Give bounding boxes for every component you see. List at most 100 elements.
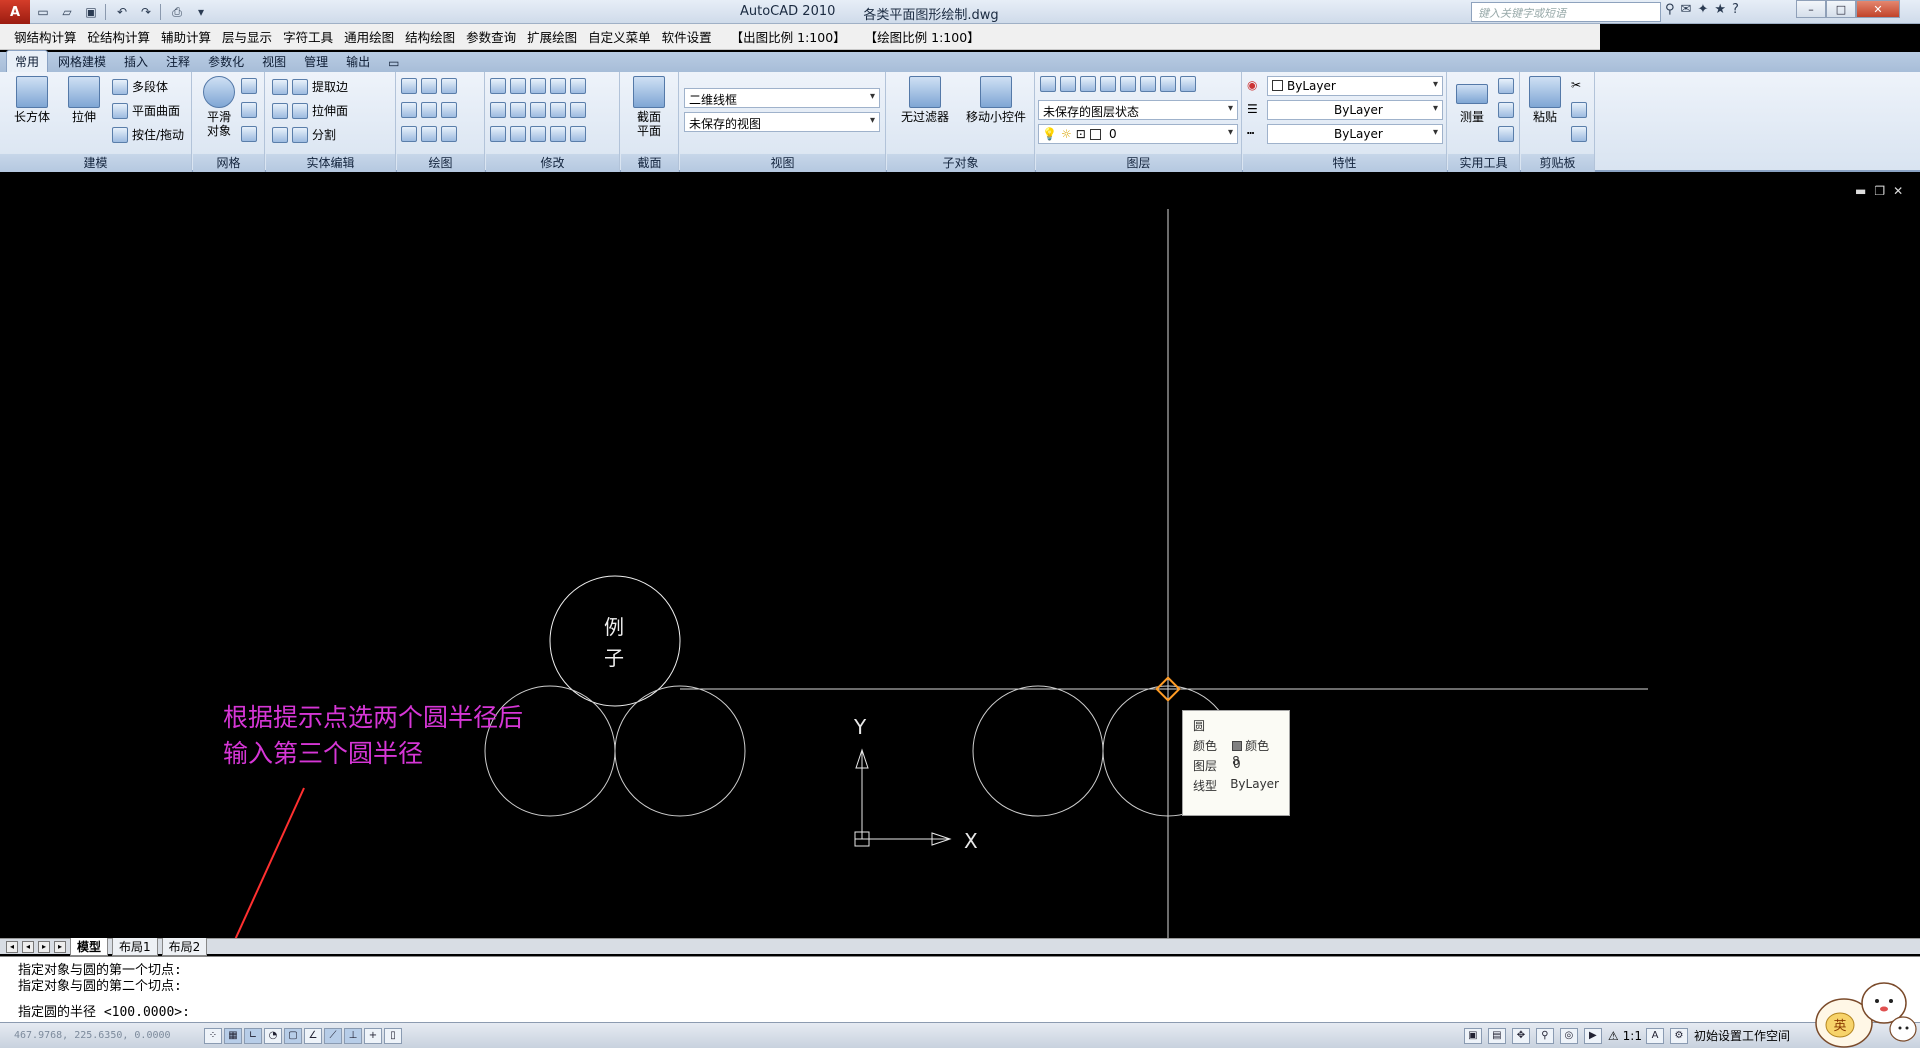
break-icon[interactable]	[570, 78, 586, 94]
menu-settings[interactable]: 软件设置	[662, 27, 712, 46]
undo-icon[interactable]: ↶	[111, 2, 133, 22]
ducs-toggle[interactable]: ⊥	[344, 1027, 362, 1044]
pan-icon[interactable]: ✥	[1511, 1027, 1530, 1044]
point-id-button[interactable]	[1498, 102, 1514, 118]
array3d-icon[interactable]	[510, 126, 526, 142]
copy-clip-button[interactable]	[1571, 102, 1587, 118]
tab-mesh[interactable]: 网格建模	[50, 51, 114, 72]
panel-title-mesh[interactable]: 网格	[193, 154, 264, 172]
menu-plot-scale[interactable]: 【出图比例 1:100】	[731, 27, 846, 46]
menu-steel-calc[interactable]: 钢结构计算	[14, 27, 77, 46]
menu-ext-draw[interactable]: 扩展绘图	[527, 27, 577, 46]
erase-icon[interactable]	[550, 126, 566, 142]
no-filter-button[interactable]: 无过滤器	[893, 76, 957, 124]
workspace-name[interactable]: 初始设置工作空间	[1694, 1027, 1790, 1044]
ellipse-icon[interactable]	[441, 126, 457, 142]
explode-icon[interactable]	[570, 126, 586, 142]
application-menu-button[interactable]: A	[0, 0, 30, 24]
menu-custom[interactable]: 自定义菜单	[588, 27, 651, 46]
last-tab-icon[interactable]: ▸	[54, 940, 66, 953]
prev-tab-icon[interactable]: ◂	[22, 940, 34, 953]
next-tab-icon[interactable]: ▸	[38, 940, 50, 953]
move-icon[interactable]	[530, 78, 546, 94]
help-search-input[interactable]: 键入关键字或短语	[1471, 2, 1661, 22]
trim-icon[interactable]	[490, 78, 506, 94]
layer-state-icon[interactable]	[1060, 76, 1076, 92]
command-line[interactable]: 指定对象与圆的第一个切点: 指定对象与圆的第二个切点: 指定圆的半径 <100.…	[0, 956, 1920, 1022]
layer-iso-icon[interactable]	[1080, 76, 1096, 92]
tab-parametric[interactable]: 参数化	[200, 51, 252, 72]
viewport-minimize-icon[interactable]: ▬	[1855, 184, 1866, 198]
menu-general-draw[interactable]: 通用绘图	[344, 27, 394, 46]
menu-struct-draw[interactable]: 结构绘图	[405, 27, 455, 46]
close-button[interactable]: ✕	[1856, 0, 1900, 18]
presspull-button[interactable]: 按住/拖动	[112, 126, 184, 143]
fillet-icon[interactable]	[550, 78, 566, 94]
mesh-tool-3[interactable]	[241, 126, 257, 142]
calculator-button[interactable]	[1498, 126, 1514, 142]
polysolid-button[interactable]: 多段体	[112, 78, 168, 95]
search-icon[interactable]: ⚲	[1665, 2, 1675, 17]
steeringwheel-icon[interactable]: ◎	[1559, 1027, 1578, 1044]
planar-surface-button[interactable]: 平面曲面	[112, 102, 180, 119]
tab-annotate[interactable]: 注释	[158, 51, 198, 72]
scale-icon[interactable]	[550, 102, 566, 118]
mirror-icon[interactable]	[490, 102, 506, 118]
mesh-tool-1[interactable]	[241, 78, 257, 94]
workspace-gear-icon[interactable]: ⚙	[1669, 1027, 1688, 1044]
ribbon-minimize-icon[interactable]: ▭	[380, 54, 407, 72]
mesh-tool-2[interactable]	[241, 102, 257, 118]
layer-freeze-icon[interactable]	[1120, 76, 1136, 92]
hatch-icon[interactable]	[421, 78, 437, 94]
save-icon[interactable]: ▣	[80, 2, 102, 22]
lineweight-dropdown[interactable]: ByLayer	[1267, 124, 1443, 144]
align-icon[interactable]	[510, 102, 526, 118]
sun-icon[interactable]: ☼	[1061, 127, 1072, 141]
lineweight-toggle[interactable]: ▯	[384, 1027, 402, 1044]
menu-param-query[interactable]: 参数查询	[466, 27, 516, 46]
drawing-area[interactable]: 例 子 Y X	[0, 178, 1920, 992]
plot-icon[interactable]: ⎙	[166, 2, 188, 22]
quick-view-icon[interactable]: ▤	[1487, 1027, 1506, 1044]
rotate-icon[interactable]	[530, 102, 546, 118]
viewport-close-icon[interactable]: ✕	[1893, 184, 1903, 198]
layer-state-dropdown[interactable]: 未保存的图层状态	[1038, 100, 1238, 120]
color-dropdown[interactable]: ByLayer	[1267, 76, 1443, 96]
drawing-circle-left[interactable]	[972, 685, 1104, 817]
extrude-button[interactable]: 拉伸	[62, 76, 106, 124]
quick-select-button[interactable]	[1498, 78, 1514, 94]
zoom-icon[interactable]: ⚲	[1535, 1027, 1554, 1044]
menu-aux-calc[interactable]: 辅助计算	[161, 27, 211, 46]
tab-model[interactable]: 模型	[70, 937, 109, 956]
circle-icon[interactable]	[441, 102, 457, 118]
section-plane-button[interactable]: 截面 平面	[627, 76, 671, 138]
example-circle-right[interactable]	[614, 685, 746, 817]
grid-toggle[interactable]: ▦	[224, 1027, 242, 1044]
example-circle-top[interactable]	[549, 575, 681, 707]
panel-title-properties[interactable]: 特性	[1243, 154, 1446, 172]
polygon-icon[interactable]	[401, 126, 417, 142]
move-gizmo-button[interactable]: 移动小控件	[961, 76, 1031, 124]
line-icon[interactable]	[421, 102, 437, 118]
subscription-icon[interactable]: ✉	[1681, 2, 1692, 17]
lightbulb-icon[interactable]: 💡	[1042, 127, 1057, 141]
first-tab-icon[interactable]: ◂	[6, 940, 18, 953]
polyline-icon[interactable]	[401, 78, 417, 94]
arc-icon[interactable]	[441, 78, 457, 94]
unlock-icon[interactable]: ⊡	[1076, 127, 1086, 141]
layer-match-icon[interactable]	[1160, 76, 1176, 92]
rectangle-icon[interactable]	[421, 126, 437, 142]
osnap-toggle[interactable]: ▢	[284, 1027, 302, 1044]
rotate3d-icon[interactable]	[510, 78, 526, 94]
viewport-restore-icon[interactable]: ❐	[1874, 184, 1885, 198]
maximize-button[interactable]: □	[1826, 0, 1856, 18]
tab-layout2[interactable]: 布局2	[161, 937, 208, 956]
panel-title-subobject[interactable]: 子对象	[887, 154, 1034, 172]
panel-title-utilities[interactable]: 实用工具	[1448, 154, 1519, 172]
tab-output[interactable]: 输出	[338, 51, 378, 72]
snap-toggle[interactable]: ⁘	[204, 1027, 222, 1044]
help-icon[interactable]: ?	[1732, 2, 1739, 17]
model-space-icon[interactable]: ▣	[1463, 1027, 1482, 1044]
array-icon[interactable]	[490, 126, 506, 142]
layer-prev-icon[interactable]	[1180, 76, 1196, 92]
